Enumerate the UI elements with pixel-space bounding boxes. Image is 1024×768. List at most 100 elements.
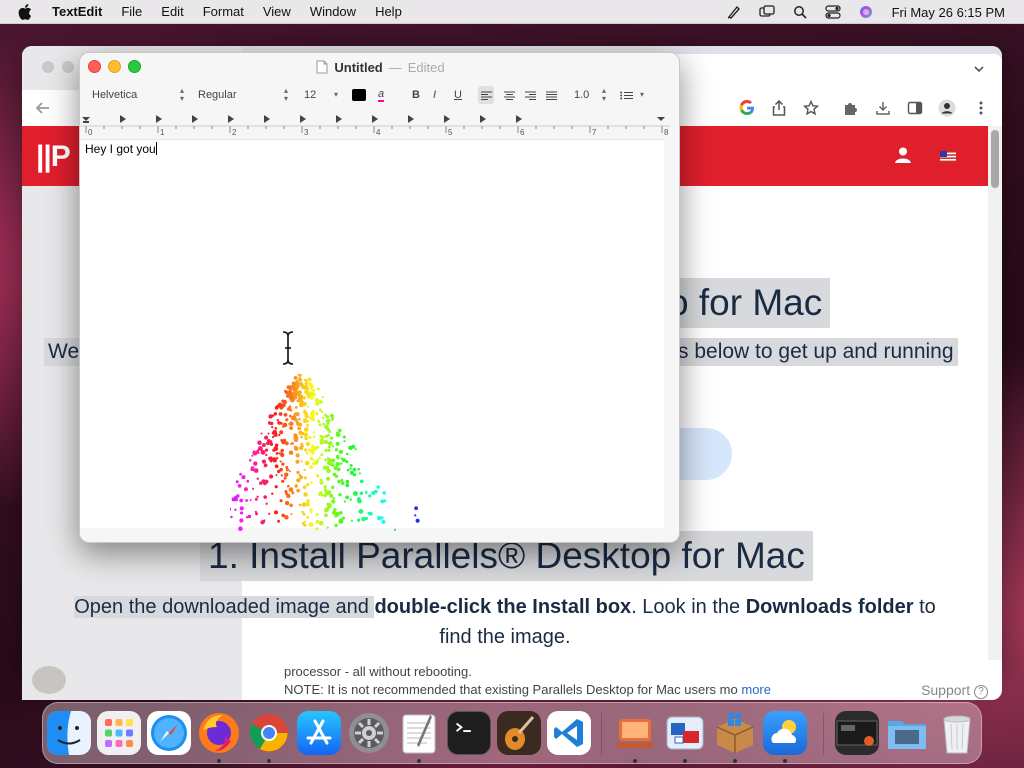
windows-box-icon[interactable] xyxy=(713,711,757,755)
particle xyxy=(349,498,352,501)
support-link[interactable]: Support ? xyxy=(921,682,988,699)
parallels-icon[interactable] xyxy=(663,711,707,755)
particle xyxy=(270,421,274,426)
list-style-select[interactable]: ▾ xyxy=(620,86,650,104)
back-arrow-icon[interactable] xyxy=(34,99,52,117)
user-account-icon[interactable] xyxy=(894,146,912,169)
particle xyxy=(284,401,288,404)
us-flag-icon[interactable] xyxy=(940,149,956,167)
gear-icon[interactable] xyxy=(347,711,391,755)
particle xyxy=(265,453,268,457)
particle xyxy=(359,479,364,484)
highlight-color-button[interactable]: a xyxy=(378,86,394,104)
vscode-icon[interactable] xyxy=(547,711,591,755)
updown-arrows-icon: ▴ ▾ xyxy=(601,86,606,103)
share-icon[interactable] xyxy=(770,99,788,117)
particle xyxy=(277,421,281,425)
siri-icon[interactable] xyxy=(857,4,875,20)
more-link[interactable]: more xyxy=(741,682,771,697)
menu-view[interactable]: View xyxy=(263,4,291,19)
particle xyxy=(323,439,329,445)
terminal-icon[interactable] xyxy=(447,711,491,755)
font-size-select[interactable]: 12 ▾ xyxy=(304,86,338,104)
text-color-well[interactable] xyxy=(352,86,368,104)
particle xyxy=(256,477,259,480)
running-indicator xyxy=(217,759,221,763)
font-style-select[interactable]: Regular ▴ ▾ xyxy=(198,86,288,104)
menu-edit[interactable]: Edit xyxy=(161,4,183,19)
profile-avatar-icon[interactable] xyxy=(938,99,956,117)
side-panel-icon[interactable] xyxy=(906,99,924,117)
bold-button[interactable]: B xyxy=(412,86,424,104)
particle xyxy=(239,506,244,511)
more-menu-icon[interactable] xyxy=(972,99,990,117)
menu-app-name[interactable]: TextEdit xyxy=(52,4,102,19)
particle xyxy=(323,486,327,489)
menu-help[interactable]: Help xyxy=(375,4,402,19)
weather-icon[interactable] xyxy=(763,711,807,755)
bookmark-star-icon[interactable] xyxy=(802,99,820,117)
particle xyxy=(371,491,376,495)
google-icon[interactable] xyxy=(738,99,756,117)
particle xyxy=(358,472,361,475)
apple-menu-icon[interactable] xyxy=(18,3,34,20)
chevron-down-icon: ▾ xyxy=(333,90,338,99)
control-center-icon[interactable] xyxy=(824,4,842,20)
menu-format[interactable]: Format xyxy=(203,4,244,19)
line-spacing-select[interactable]: 1.0 ▴ ▾ xyxy=(574,86,606,104)
firefox-icon[interactable] xyxy=(197,711,241,755)
particle xyxy=(297,426,302,431)
particle xyxy=(276,418,279,422)
browser-scrollbar[interactable] xyxy=(988,126,1002,672)
guitar-icon[interactable] xyxy=(497,711,541,755)
document-scroll-area[interactable] xyxy=(664,139,679,528)
font-family-select[interactable]: Helvetica ▴ ▾ xyxy=(92,86,184,104)
trash-icon[interactable] xyxy=(935,711,979,755)
laptop-icon[interactable] xyxy=(613,711,657,755)
textedit-icon[interactable] xyxy=(397,711,441,755)
download-icon[interactable] xyxy=(874,99,892,117)
browser-close-dot[interactable] xyxy=(42,61,54,73)
menu-window[interactable]: Window xyxy=(310,4,356,19)
folder-icon[interactable] xyxy=(885,711,929,755)
pen-icon[interactable] xyxy=(725,4,743,20)
safari-icon[interactable] xyxy=(147,711,191,755)
ruler[interactable]: 0 1 2 3 4 5 6 7 8 xyxy=(80,111,679,139)
particle xyxy=(239,518,244,523)
underline-button[interactable]: U xyxy=(454,86,466,104)
launchpad-icon[interactable] xyxy=(97,711,141,755)
extensions-puzzle-icon[interactable] xyxy=(842,99,860,117)
ruler-mark-4: 4 xyxy=(376,128,381,137)
ruler-mark-2: 2 xyxy=(232,128,237,137)
justify-button[interactable] xyxy=(543,86,559,104)
chrome-icon[interactable] xyxy=(247,711,291,755)
screenshot-icon[interactable] xyxy=(835,711,879,755)
particle xyxy=(304,460,310,466)
italic-button[interactable]: I xyxy=(433,86,445,104)
document-content[interactable]: Hey I got you xyxy=(85,142,157,156)
site-logo[interactable]: ||P xyxy=(36,140,71,174)
particle xyxy=(330,436,334,440)
particle xyxy=(265,502,268,505)
particle xyxy=(275,452,279,455)
particle xyxy=(349,470,354,475)
particle xyxy=(306,499,310,503)
document-text-area[interactable]: Hey I got you xyxy=(80,139,666,531)
tab-search-chevron-icon[interactable] xyxy=(972,62,988,78)
line-spacing-value: 1.0 xyxy=(574,89,590,101)
align-right-button[interactable] xyxy=(522,86,538,104)
particle xyxy=(303,468,306,472)
particle xyxy=(274,510,278,515)
browser-scroll-thumb[interactable] xyxy=(991,130,999,188)
menu-file[interactable]: File xyxy=(121,4,142,19)
screen-mirror-icon[interactable] xyxy=(758,4,776,20)
app-store-icon[interactable] xyxy=(297,711,341,755)
align-left-button[interactable] xyxy=(478,86,494,104)
finder-icon[interactable] xyxy=(47,711,91,755)
menubar-clock[interactable]: Fri May 26 6:15 PM xyxy=(892,5,1005,20)
particle xyxy=(322,465,327,470)
browser-minimize-dot[interactable] xyxy=(62,61,74,73)
search-icon[interactable] xyxy=(791,4,809,20)
particle xyxy=(288,414,292,418)
align-center-button[interactable] xyxy=(501,86,517,104)
